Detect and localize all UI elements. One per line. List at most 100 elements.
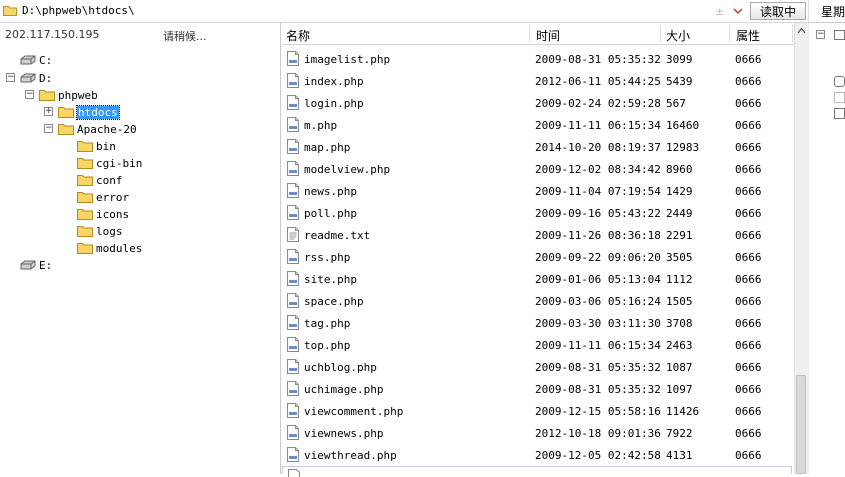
table-row[interactable]: poll.php 2009-09-16 05:43:22 2449 0666 xyxy=(282,202,794,224)
clock-icon[interactable] xyxy=(834,76,845,87)
column-size[interactable]: 大小 xyxy=(666,27,690,44)
file-size: 4131 xyxy=(666,449,693,462)
table-row-partial[interactable] xyxy=(282,466,792,477)
folder-icon xyxy=(58,124,74,135)
table-row[interactable]: index.php 2012-06-11 05:44:25 5439 0666 xyxy=(282,70,794,92)
drive-icon xyxy=(20,55,36,65)
expand-icon[interactable]: + xyxy=(44,107,53,116)
table-row[interactable]: readme.txt 2009-11-26 08:36:18 2291 0666 xyxy=(282,224,794,246)
tree-item-label[interactable]: Apache-20 xyxy=(77,123,137,136)
table-row[interactable]: map.php 2014-10-20 08:19:37 12983 0666 xyxy=(282,136,794,158)
file-time: 2009-08-31 05:35:32 xyxy=(535,361,661,374)
file-icon xyxy=(287,447,299,462)
folder-icon xyxy=(3,6,17,16)
file-name: readme.txt xyxy=(304,229,371,242)
file-name: news.php xyxy=(304,185,357,198)
table-row[interactable]: viewnews.php 2012-10-18 09:01:36 7922 0666 xyxy=(282,422,794,444)
collapse-icon[interactable]: − xyxy=(6,73,15,82)
table-row[interactable]: login.php 2009-02-24 02:59:28 567 0666 xyxy=(282,92,794,114)
tree-item-label[interactable]: logs xyxy=(96,225,123,238)
table-row[interactable]: modelview.php 2009-12-02 08:34:42 8960 0666 xyxy=(282,158,794,180)
scrollbar-thumb[interactable] xyxy=(796,375,806,474)
file-icon xyxy=(287,359,299,374)
file-icon xyxy=(287,315,299,330)
table-row[interactable]: site.php 2009-01-06 05:13:04 1112 0666 xyxy=(282,268,794,290)
file-time: 2009-11-04 07:19:54 xyxy=(535,185,661,198)
column-separator[interactable] xyxy=(660,25,661,42)
column-separator[interactable] xyxy=(529,25,530,42)
table-row[interactable]: uchblog.php 2009-08-31 05:35:32 1087 0666 xyxy=(282,356,794,378)
file-attr: 0666 xyxy=(735,383,762,396)
file-icon xyxy=(287,425,299,440)
tree-item-label[interactable]: phpweb xyxy=(58,89,98,102)
file-time: 2009-09-22 09:06:20 xyxy=(535,251,661,264)
file-size: 12983 xyxy=(666,141,700,154)
file-icon xyxy=(287,271,299,286)
folder-icon xyxy=(77,226,93,237)
column-time[interactable]: 时间 xyxy=(536,27,560,44)
tree-item-label[interactable]: C: xyxy=(39,54,52,67)
file-name: imagelist.php xyxy=(304,53,391,66)
file-size: 7922 xyxy=(666,427,693,440)
collapse-icon[interactable]: − xyxy=(816,30,825,39)
file-name: viewnews.php xyxy=(304,427,384,440)
table-row[interactable]: top.php 2009-11-11 06:15:34 2463 0666 xyxy=(282,334,794,356)
table-row[interactable]: uchimage.php 2009-08-31 05:35:32 1097 0666 xyxy=(282,378,794,400)
tree-item-label[interactable]: icons xyxy=(96,208,129,221)
tree-item-label[interactable]: E: xyxy=(39,259,52,272)
copy-icon[interactable] xyxy=(834,92,845,103)
file-name: map.php xyxy=(304,141,351,154)
tree-item-label[interactable]: D: xyxy=(39,72,52,85)
collapse-icon[interactable]: − xyxy=(25,90,34,99)
table-row[interactable]: space.php 2009-03-06 05:16:24 1505 0666 xyxy=(282,290,794,312)
table-row[interactable]: rss.php 2009-09-22 09:06:20 3505 0666 xyxy=(282,246,794,268)
table-row[interactable]: news.php 2009-11-04 07:19:54 1429 0666 xyxy=(282,180,794,202)
tree-item-label[interactable]: bin xyxy=(96,140,116,153)
file-icon xyxy=(287,205,299,220)
tree-item-label[interactable]: conf xyxy=(96,174,123,187)
file-time: 2009-11-11 06:15:34 xyxy=(535,119,661,132)
file-attr: 0666 xyxy=(735,141,762,154)
file-time: 2009-01-06 05:13:04 xyxy=(535,273,661,286)
tree-item-label[interactable]: cgi-bin xyxy=(96,157,142,170)
column-attr[interactable]: 属性 xyxy=(736,27,760,44)
path-input[interactable]: D:\phpweb\htdocs\ xyxy=(22,4,135,17)
file-size: 1112 xyxy=(666,273,693,286)
file-attr: 0666 xyxy=(735,75,762,88)
file-icon xyxy=(287,95,299,110)
file-attr: 0666 xyxy=(735,97,762,110)
table-row[interactable]: m.php 2009-11-11 06:15:34 16460 0666 xyxy=(282,114,794,136)
file-name: index.php xyxy=(304,75,364,88)
file-attr: 0666 xyxy=(735,427,762,440)
collapse-icon[interactable]: − xyxy=(44,124,53,133)
table-row[interactable]: viewcomment.php 2009-12-15 05:58:16 11426 0… xyxy=(282,400,794,422)
week-label: 星期 xyxy=(821,5,845,19)
file-time: 2009-11-11 06:15:34 xyxy=(535,339,661,352)
table-row[interactable]: tag.php 2009-03-30 03:11:30 3708 0666 xyxy=(282,312,794,334)
scroll-up-icon[interactable] xyxy=(797,27,806,34)
file-time: 2014-10-20 08:19:37 xyxy=(535,141,661,154)
table-row[interactable]: imagelist.php 2009-08-31 05:35:32 3099 0666 xyxy=(282,48,794,70)
address-controls[interactable]: ± xyxy=(712,3,748,19)
tree-item-label[interactable]: htdocs xyxy=(76,105,120,120)
file-attr: 0666 xyxy=(735,185,762,198)
column-separator[interactable] xyxy=(792,25,793,42)
file-icon xyxy=(287,73,299,88)
panel-icon[interactable] xyxy=(834,30,845,40)
chevron-down-icon xyxy=(733,8,743,15)
right-panel xyxy=(808,0,845,474)
file-attr: 0666 xyxy=(735,361,762,374)
file-size: 1097 xyxy=(666,383,693,396)
file-name: modelview.php xyxy=(304,163,391,176)
read-button[interactable]: 读取中 xyxy=(750,2,806,20)
window-icon[interactable] xyxy=(834,108,845,119)
file-size: 1087 xyxy=(666,361,693,374)
tree-item-label[interactable]: modules xyxy=(96,242,142,255)
table-row[interactable]: viewthread.php 2009-12-05 02:42:58 4131 066… xyxy=(282,444,794,466)
column-name[interactable]: 名称 xyxy=(286,27,310,44)
folder-icon xyxy=(39,90,55,101)
file-icon xyxy=(287,51,299,66)
column-separator[interactable] xyxy=(729,25,730,42)
tree-item-label[interactable]: error xyxy=(96,191,129,204)
file-attr: 0666 xyxy=(735,229,762,242)
